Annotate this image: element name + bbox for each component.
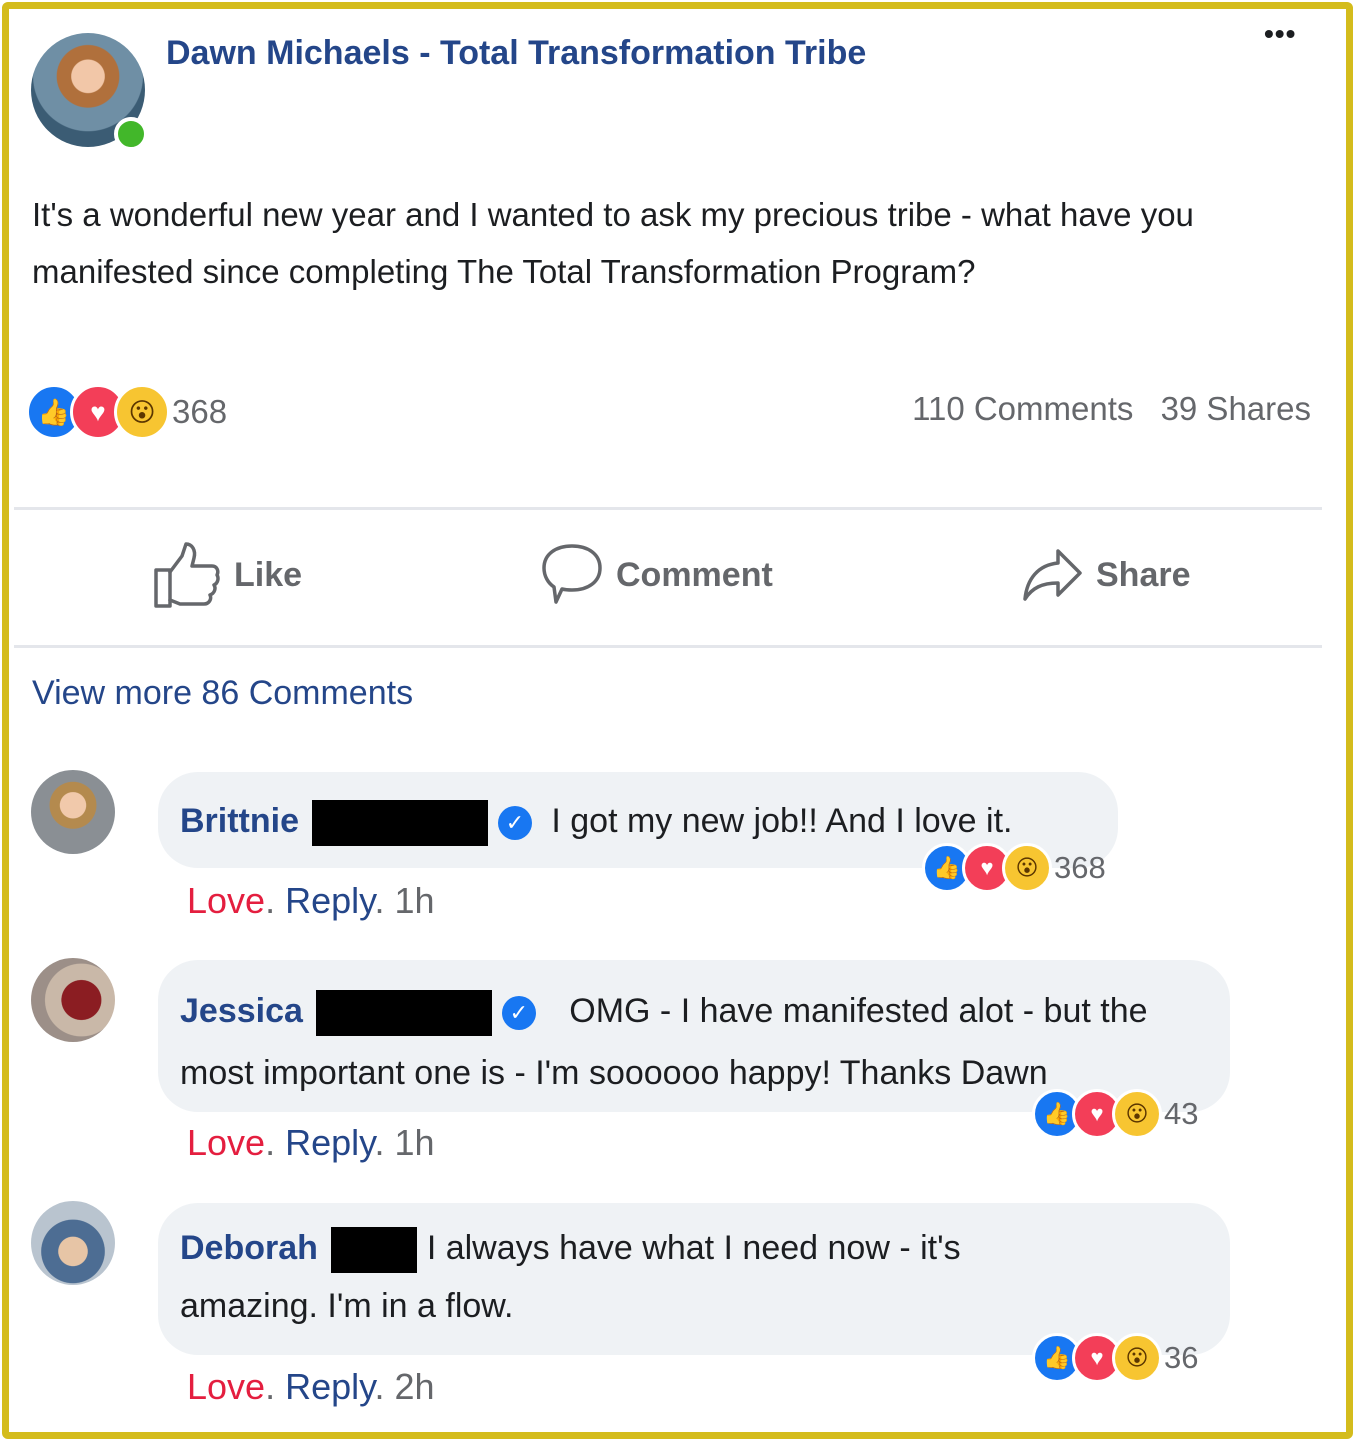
meta-separator: .	[374, 1366, 385, 1407]
reply-link[interactable]: Reply	[285, 880, 374, 921]
comment-button[interactable]: Comment	[540, 540, 773, 610]
post-author-name[interactable]: Dawn Michaels - Total Transformation Tri…	[166, 34, 866, 73]
comment-button-label: Comment	[616, 555, 773, 594]
divider	[14, 645, 1322, 648]
redaction-box	[312, 800, 489, 846]
wow-reaction-icon: 😮	[1112, 1333, 1162, 1383]
love-link[interactable]: Love	[187, 1122, 265, 1163]
wow-reaction-icon: 😮	[1112, 1089, 1162, 1139]
comment-reaction-count: 43	[1164, 1096, 1199, 1131]
comment-reactions[interactable]: 👍 ♥ 😮 368	[922, 843, 1106, 893]
redaction-box	[316, 990, 493, 1037]
share-arrow-icon	[1023, 549, 1082, 601]
comment-meta: Love. Reply. 1h	[187, 1122, 435, 1164]
meta-separator: .	[374, 1122, 385, 1163]
comment-bubble-icon	[542, 544, 602, 604]
comment-time: 2h	[394, 1366, 435, 1407]
comment-text: I got my new job!! And I love it.	[551, 801, 1013, 840]
love-link[interactable]: Love	[187, 880, 265, 921]
comment-time: 1h	[394, 1122, 435, 1163]
commenter-avatar[interactable]	[31, 1201, 115, 1285]
share-button[interactable]: Share	[1022, 540, 1191, 610]
more-options-icon[interactable]: •••	[1264, 18, 1296, 50]
comment-meta: Love. Reply. 1h	[187, 880, 435, 922]
view-more-comments-link[interactable]: View more 86 Comments	[32, 674, 413, 713]
like-button[interactable]: Like	[152, 540, 302, 610]
post-text: It's a wonderful new year and I wanted t…	[32, 196, 1194, 290]
comment-meta: Love. Reply. 2h	[187, 1366, 435, 1408]
meta-separator: .	[265, 1122, 276, 1163]
like-button-label: Like	[234, 555, 303, 594]
thumbs-up-icon	[154, 542, 220, 608]
commenter-name[interactable]: Jessica	[180, 992, 303, 1030]
meta-separator: .	[265, 1366, 276, 1407]
shares-count-link[interactable]: 39 Shares	[1161, 390, 1311, 427]
meta-separator: .	[265, 880, 276, 921]
commenter-name[interactable]: Deborah	[180, 1229, 318, 1267]
love-link[interactable]: Love	[187, 1366, 265, 1407]
post-stats: 110 Comments 39 Shares	[894, 390, 1311, 428]
verified-check-icon: ✓	[497, 806, 532, 840]
post-reactions[interactable]: 👍 ♥ 😮 368	[26, 384, 227, 440]
wow-reaction-icon: 😮	[114, 384, 170, 440]
comment-reaction-count: 368	[1054, 850, 1106, 885]
comments-count-link[interactable]: 110 Comments	[912, 390, 1133, 427]
comment-reaction-count: 36	[1164, 1340, 1199, 1375]
reply-link[interactable]: Reply	[285, 1366, 374, 1407]
meta-separator: .	[374, 880, 385, 921]
redaction-box	[331, 1227, 418, 1274]
commenter-avatar[interactable]	[31, 770, 115, 854]
online-status-dot	[114, 117, 148, 151]
wow-reaction-icon: 😮	[1002, 843, 1052, 893]
comment-time: 1h	[394, 880, 435, 921]
verified-check-icon: ✓	[501, 996, 536, 1031]
reaction-count: 368	[172, 393, 228, 430]
reply-link[interactable]: Reply	[285, 1122, 374, 1163]
commenter-avatar[interactable]	[31, 958, 115, 1042]
share-button-label: Share	[1096, 555, 1191, 594]
divider	[14, 507, 1322, 510]
comment-reactions[interactable]: 👍 ♥ 😮 36	[1032, 1333, 1198, 1383]
commenter-name[interactable]: Brittnie	[180, 802, 299, 840]
comment-reactions[interactable]: 👍 ♥ 😮 43	[1032, 1089, 1198, 1139]
